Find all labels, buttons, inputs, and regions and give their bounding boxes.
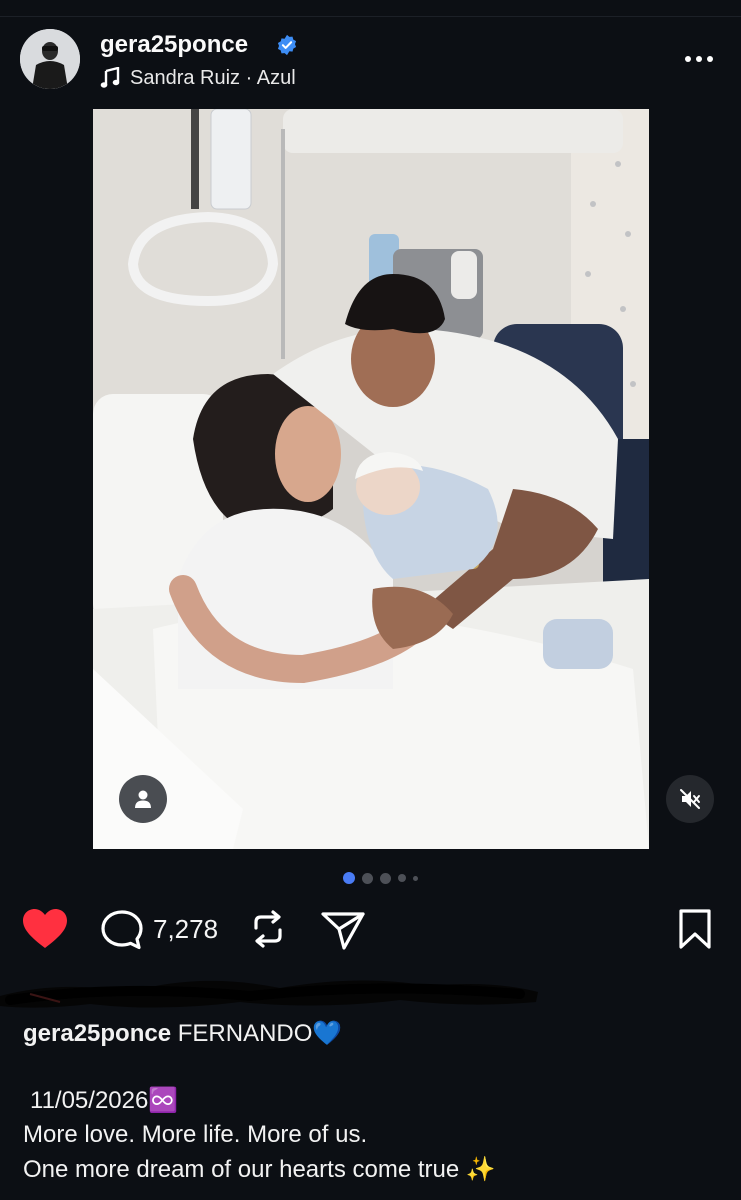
caption-text: FERNANDO💙: [171, 1020, 343, 1047]
post-header: gera25ponce Sandra Ruiz · Azul: [0, 17, 741, 107]
music-info[interactable]: Sandra Ruiz · Azul: [130, 67, 296, 90]
post-caption: gera25ponce FERNANDO💙: [23, 1018, 723, 1050]
bookmark-icon[interactable]: [677, 908, 713, 950]
repost-icon[interactable]: [248, 908, 288, 950]
carousel-dot[interactable]: [398, 874, 406, 882]
caption-line: One more dream of our hearts come true ✨: [23, 1156, 496, 1183]
caption-username[interactable]: gera25ponce: [23, 1020, 171, 1047]
post-username[interactable]: gera25ponce: [100, 31, 248, 59]
music-separator: ·: [240, 67, 257, 89]
carousel-dot[interactable]: [413, 875, 418, 881]
mute-toggle-button[interactable]: [666, 775, 714, 823]
post-photo[interactable]: [93, 109, 649, 849]
music-artist: Sandra Ruiz: [130, 67, 241, 89]
speaker-muted-icon: [680, 789, 700, 809]
verified-badge-icon: [277, 34, 297, 56]
music-note-icon: [100, 67, 120, 88]
caption-line: More love. More life. More of us.: [23, 1121, 368, 1148]
hospital-photo-illustration: [93, 109, 649, 849]
share-send-icon[interactable]: [320, 909, 366, 951]
carousel-dot[interactable]: [380, 872, 391, 884]
avatar[interactable]: [20, 29, 80, 89]
comment-count[interactable]: 7,278: [153, 914, 218, 945]
tag-people-button[interactable]: [119, 775, 167, 823]
redacted-scribble: [0, 980, 538, 1008]
post-actions-bar: 7,278: [0, 900, 741, 960]
carousel-dot[interactable]: [362, 872, 373, 884]
person-icon: [135, 790, 151, 808]
heart-icon[interactable]: [22, 908, 68, 950]
music-track: Azul: [256, 67, 296, 89]
more-options-icon[interactable]: [683, 47, 715, 71]
carousel-indicator: [343, 871, 418, 885]
caption-date: 11/05/2026♾️: [30, 1087, 179, 1114]
comment-icon[interactable]: [100, 909, 144, 951]
carousel-dot-active[interactable]: [343, 872, 355, 884]
